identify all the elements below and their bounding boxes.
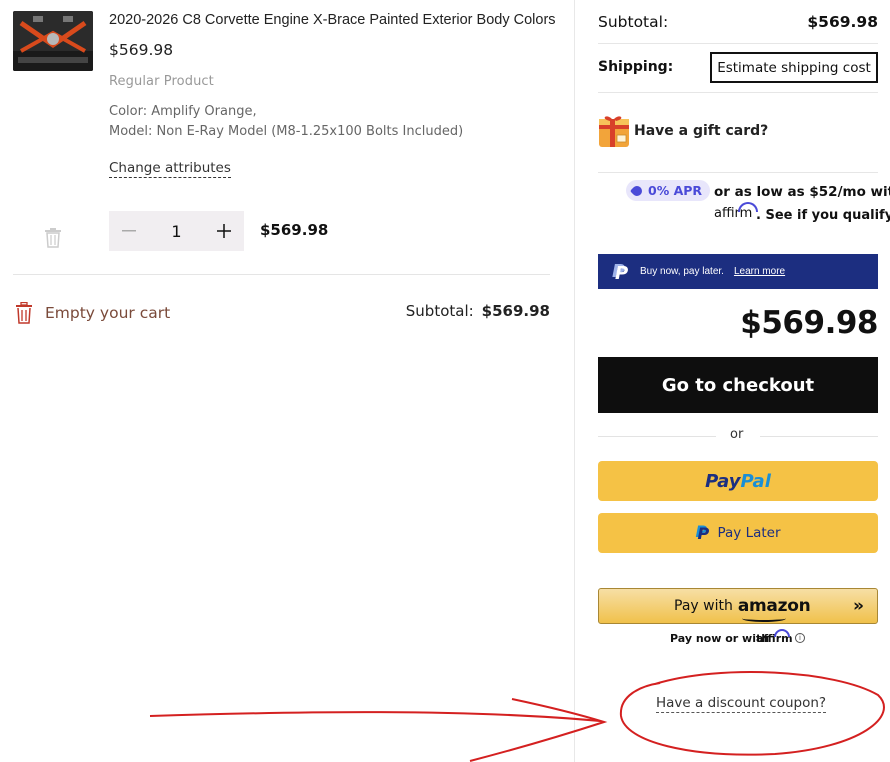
paypal-learn-more-link[interactable]: Learn more bbox=[734, 266, 785, 277]
trash-icon bbox=[16, 302, 32, 324]
quantity-increase-button[interactable] bbox=[204, 211, 244, 251]
product-type: Regular Product bbox=[109, 74, 214, 89]
trash-icon bbox=[45, 228, 61, 248]
empty-cart-label: Empty your cart bbox=[45, 304, 171, 322]
paypal-icon: P P bbox=[695, 522, 710, 543]
estimate-shipping-button[interactable]: Estimate shipping cost bbox=[710, 52, 878, 83]
gift-card-link[interactable]: Have a gift card? bbox=[634, 123, 768, 139]
column-divider bbox=[574, 0, 575, 762]
summary-subtotal-value: $569.98 bbox=[807, 13, 878, 31]
annotation-arrow-head bbox=[469, 698, 608, 762]
cart-subtotal-value: $569.98 bbox=[481, 302, 550, 320]
tag-icon bbox=[629, 183, 645, 198]
product-model-attribute: Model: Non E-Ray Model (M8-1.25x100 Bolt… bbox=[109, 124, 464, 139]
annotation-ellipse bbox=[619, 671, 885, 756]
product-title[interactable]: 2020-2026 C8 Corvette Engine X-Brace Pai… bbox=[109, 12, 556, 28]
paypal-logo: PayPal bbox=[705, 470, 771, 492]
or-separator: or bbox=[730, 427, 744, 442]
paypal-checkout-button[interactable]: PayPal bbox=[598, 461, 878, 501]
checkout-button[interactable]: Go to checkout bbox=[598, 357, 878, 413]
paypal-pay-later-button[interactable]: P P Pay Later bbox=[598, 513, 878, 553]
amazon-pay-with-label: Pay with bbox=[674, 598, 733, 614]
product-thumbnail[interactable] bbox=[13, 11, 93, 71]
quantity-decrease-button[interactable] bbox=[109, 211, 149, 251]
affirm-logo-arc bbox=[774, 629, 790, 637]
divider bbox=[598, 436, 716, 437]
cart-subtotal-label: Subtotal: bbox=[405, 302, 474, 320]
info-icon[interactable]: i bbox=[795, 633, 805, 643]
minus-icon bbox=[122, 230, 136, 232]
divider bbox=[13, 274, 550, 275]
apr-badge: 0% APR bbox=[626, 180, 711, 201]
pay-later-label: Pay Later bbox=[717, 525, 781, 541]
quantity-input[interactable]: 1 bbox=[149, 222, 204, 241]
divider bbox=[760, 436, 878, 437]
quantity-stepper: 1 bbox=[109, 211, 244, 251]
empty-cart-button[interactable]: Empty your cart bbox=[15, 302, 170, 324]
amazon-pay-button[interactable]: Pay with amazon » bbox=[598, 588, 878, 624]
paypal-pay-later-banner: P P Buy now, pay later. Learn more bbox=[598, 254, 878, 289]
paypal-icon: P P bbox=[612, 260, 629, 284]
order-total: $569.98 bbox=[740, 305, 878, 341]
remove-item-button[interactable] bbox=[43, 227, 63, 249]
shipping-label: Shipping: bbox=[598, 59, 674, 75]
divider bbox=[598, 43, 878, 44]
affirm-qualify-link[interactable]: . See if you qualify bbox=[756, 208, 890, 223]
gift-icon bbox=[599, 116, 629, 147]
apr-badge-label: 0% APR bbox=[648, 183, 703, 198]
divider bbox=[598, 172, 878, 173]
plus-icon bbox=[217, 224, 231, 238]
amazon-logo: amazon bbox=[738, 596, 811, 622]
affirm-logo-arc bbox=[738, 202, 758, 212]
affirm-financing-text: or as low as $52/mo with bbox=[714, 184, 890, 200]
divider bbox=[598, 92, 878, 93]
annotation-arrow-shaft bbox=[149, 711, 601, 722]
change-attributes-link[interactable]: Change attributes bbox=[109, 160, 231, 178]
cart-subtotal: Subtotal: $569.98 bbox=[406, 302, 550, 320]
line-item-total: $569.98 bbox=[260, 221, 329, 239]
pay-now-text: Pay now or with bbox=[670, 632, 770, 645]
chevron-right-icon: » bbox=[853, 596, 864, 616]
product-price: $569.98 bbox=[109, 41, 174, 59]
product-color-attribute: Color: Amplify Orange, bbox=[109, 104, 257, 119]
discount-coupon-link[interactable]: Have a discount coupon? bbox=[656, 695, 827, 713]
paypal-banner-text: Buy now, pay later. bbox=[640, 266, 724, 277]
summary-subtotal-label: Subtotal: bbox=[598, 13, 669, 31]
